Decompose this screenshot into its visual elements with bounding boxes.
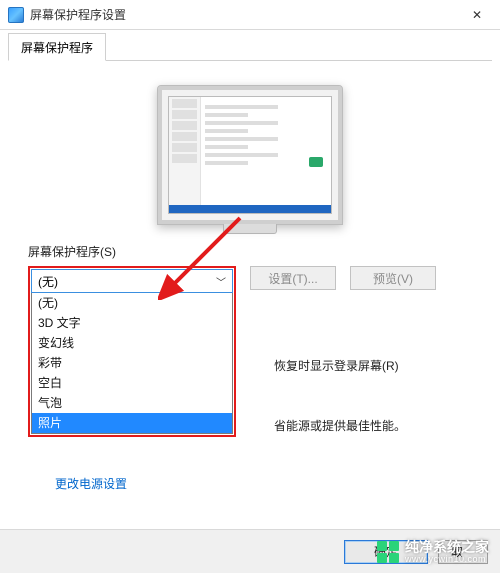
chevron-down-icon: ﹀ [216, 274, 226, 289]
resume-checkbox-label-partial: 恢复时显示登录屏幕(R) [274, 357, 399, 374]
preview-button-label: 预览(V) [373, 270, 413, 287]
controls-row: (无) ﹀ (无) 3D 文字 变幻线 彩带 空白 气泡 照片 设置(T)...… [28, 266, 472, 437]
dropdown-option[interactable]: 空白 [32, 373, 232, 393]
close-button[interactable]: ✕ [454, 0, 500, 30]
watermark-logo-icon [377, 541, 399, 563]
screensaver-combo-highlight: (无) ﹀ (无) 3D 文字 变幻线 彩带 空白 气泡 照片 [28, 266, 236, 437]
watermark-url: www.ycwin10.com [405, 555, 489, 564]
dropdown-option[interactable]: 3D 文字 [32, 313, 232, 333]
dropdown-option[interactable]: (无) [32, 293, 232, 313]
dropdown-option[interactable]: 变幻线 [32, 333, 232, 353]
watermark-text: 纯净系统之家 www.ycwin10.com [405, 540, 489, 564]
power-description-partial: 省能源或提供最佳性能。 [274, 417, 406, 434]
monitor-screen [168, 96, 332, 214]
monitor-preview [28, 85, 472, 225]
preview-button[interactable]: 预览(V) [350, 266, 436, 290]
watermark-brand: 纯净系统之家 [405, 539, 489, 555]
content-area: 屏幕保护程序(S) (无) ﹀ (无) 3D 文字 变幻线 彩带 空白 气泡 照… [0, 61, 500, 437]
tab-label: 屏幕保护程序 [21, 41, 93, 55]
window-title: 屏幕保护程序设置 [30, 6, 454, 23]
settings-button-label: 设置(T)... [268, 270, 317, 287]
dropdown-option[interactable]: 照片 [32, 413, 232, 433]
screensaver-combo[interactable]: (无) ﹀ [31, 269, 233, 293]
tab-screensaver[interactable]: 屏幕保护程序 [8, 33, 106, 61]
monitor-frame [157, 85, 343, 225]
combo-selected-text: (无) [38, 273, 58, 290]
dropdown-option[interactable]: 彩带 [32, 353, 232, 373]
watermark: 纯净系统之家 www.ycwin10.com [372, 537, 494, 567]
dropdown-option[interactable]: 气泡 [32, 393, 232, 413]
section-label-screensaver: 屏幕保护程序(S) [28, 243, 472, 260]
close-icon: ✕ [472, 8, 482, 22]
settings-button[interactable]: 设置(T)... [250, 266, 336, 290]
screensaver-dropdown: (无) 3D 文字 变幻线 彩带 空白 气泡 照片 [31, 293, 233, 434]
tab-strip: 屏幕保护程序 [0, 30, 500, 61]
titlebar: 屏幕保护程序设置 ✕ [0, 0, 500, 30]
app-icon [8, 7, 24, 23]
change-power-settings-link[interactable]: 更改电源设置 [55, 475, 127, 492]
